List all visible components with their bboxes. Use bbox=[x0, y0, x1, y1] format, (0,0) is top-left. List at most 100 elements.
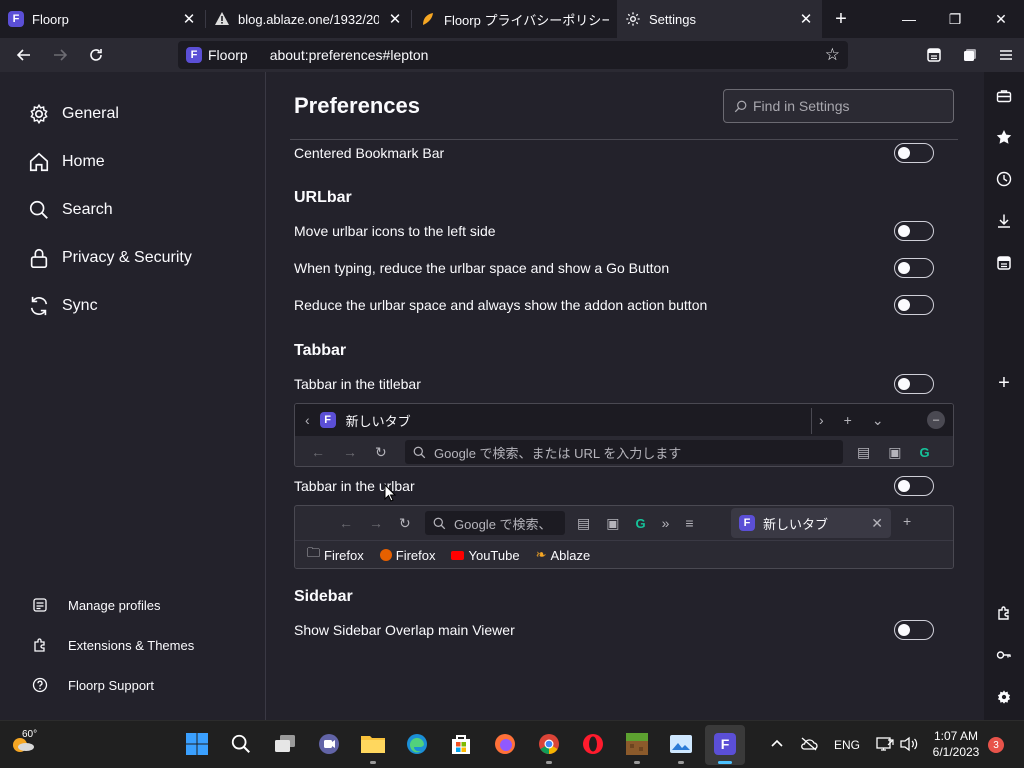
file-explorer-button[interactable] bbox=[360, 731, 386, 757]
network-button[interactable] bbox=[872, 731, 898, 757]
close-icon[interactable]: ✕ bbox=[798, 10, 814, 28]
bookmark-item: Firefox bbox=[379, 548, 435, 563]
chevron-right-icon: › bbox=[819, 412, 824, 428]
clock-date: 6/1/2023 bbox=[932, 745, 980, 759]
toggle-switch[interactable] bbox=[894, 476, 934, 496]
grammarly-icon: G bbox=[635, 515, 646, 531]
sidebar-settings-button[interactable] bbox=[994, 687, 1014, 707]
toggle-switch[interactable] bbox=[894, 143, 934, 163]
edge-button[interactable] bbox=[404, 731, 430, 757]
downloads-button[interactable] bbox=[994, 211, 1014, 231]
url-text[interactable]: about:preferences#lepton bbox=[264, 47, 819, 63]
new-tab-button[interactable]: + bbox=[822, 0, 860, 38]
edge-icon bbox=[407, 734, 427, 754]
page-title: Preferences bbox=[294, 93, 420, 118]
help-icon bbox=[32, 677, 48, 693]
tab-title: Settings bbox=[649, 11, 696, 27]
onedrive-button[interactable] bbox=[796, 731, 822, 757]
history-button[interactable] bbox=[994, 169, 1014, 189]
clock[interactable]: 1:07 AM 6/1/2023 bbox=[926, 729, 986, 759]
running-indicator bbox=[370, 761, 376, 764]
opera-button[interactable] bbox=[580, 731, 606, 757]
tab-floorp[interactable]: F Floorp ✕ bbox=[0, 0, 205, 38]
url-bar[interactable]: F Floorp about:preferences#lepton ☆ bbox=[178, 41, 848, 69]
bookmarks-button[interactable] bbox=[994, 127, 1014, 147]
forward-button[interactable] bbox=[42, 38, 78, 72]
bookmark-item: ❧ Ablaze bbox=[535, 547, 591, 563]
clock-icon bbox=[996, 171, 1012, 187]
hamburger-menu-icon bbox=[1000, 50, 1012, 60]
chrome-button[interactable] bbox=[536, 731, 562, 757]
sidebar-toggle-button[interactable] bbox=[916, 38, 952, 72]
setting-label: Tabbar in the urlbar bbox=[294, 478, 415, 494]
toolbox-icon bbox=[996, 90, 1012, 103]
close-window-button[interactable]: ✕ bbox=[978, 0, 1024, 38]
category-search[interactable]: Search bbox=[28, 199, 113, 221]
setting-row: Centered Bookmark Bar bbox=[294, 142, 954, 164]
reload-button[interactable] bbox=[78, 38, 114, 72]
identity-box[interactable]: F Floorp bbox=[186, 47, 258, 63]
toggle-switch[interactable] bbox=[894, 295, 934, 315]
search-input[interactable]: Find in Settings bbox=[723, 89, 954, 123]
chat-icon bbox=[319, 734, 339, 754]
language-indicator[interactable]: ENG bbox=[834, 738, 860, 752]
setting-label: Centered Bookmark Bar bbox=[294, 145, 445, 161]
category-home[interactable]: Home bbox=[28, 151, 105, 173]
add-sidebar-panel-button[interactable]: + bbox=[994, 372, 1014, 394]
chevron-up-icon bbox=[771, 739, 783, 747]
passwords-button[interactable] bbox=[994, 645, 1014, 665]
floorp-button[interactable]: F bbox=[712, 731, 738, 757]
sidebar-icon: ▣ bbox=[606, 514, 620, 531]
workspaces-icon bbox=[964, 49, 976, 61]
task-view-button[interactable] bbox=[272, 731, 298, 757]
close-icon: ✕ bbox=[871, 514, 883, 531]
category-privacy[interactable]: Privacy & Security bbox=[28, 247, 192, 269]
back-button[interactable] bbox=[6, 38, 42, 72]
overflow-chevrons-icon: » bbox=[661, 515, 670, 531]
minecraft-button[interactable] bbox=[624, 731, 650, 757]
notification-badge[interactable]: 3 bbox=[988, 737, 1004, 753]
toolbar-right bbox=[916, 38, 1024, 72]
helper-label: Extensions & Themes bbox=[68, 637, 195, 653]
toolbox-button[interactable] bbox=[994, 86, 1014, 106]
notes-button[interactable] bbox=[994, 253, 1014, 273]
extensions-themes-link[interactable]: Extensions & Themes bbox=[32, 637, 194, 653]
tab-title: Floorp プライバシーポリシー bbox=[444, 12, 609, 28]
close-icon[interactable]: ✕ bbox=[181, 10, 197, 28]
toggle-switch[interactable] bbox=[894, 374, 934, 394]
tab-strip: F Floorp ✕ blog.ablaze.one/1932/2022- ✕ … bbox=[0, 0, 1024, 38]
close-icon[interactable]: ✕ bbox=[387, 10, 403, 28]
volume-button[interactable] bbox=[896, 731, 922, 757]
preview-tab-title: 新しいタブ bbox=[345, 413, 411, 429]
category-label: Search bbox=[62, 201, 113, 218]
store-button[interactable] bbox=[448, 731, 474, 757]
photos-button[interactable] bbox=[668, 731, 694, 757]
tabbar-titlebar-preview: ‹ F 新しいタブ › + ⌄ – ← → ↻ Google で検索、または U… bbox=[294, 403, 954, 467]
restore-button[interactable]: ❐ bbox=[932, 0, 978, 38]
minimize-button[interactable]: — bbox=[886, 0, 932, 38]
floorp-icon: F bbox=[8, 11, 24, 27]
toggle-switch[interactable] bbox=[894, 620, 934, 640]
show-hidden-icons-button[interactable] bbox=[764, 731, 790, 757]
addons-button[interactable] bbox=[994, 603, 1014, 623]
browser-sidebar: + bbox=[984, 72, 1024, 720]
bookmark-item: YouTube bbox=[451, 548, 520, 563]
teams-chat-button[interactable] bbox=[316, 731, 342, 757]
start-button[interactable] bbox=[184, 731, 210, 757]
firefox-button[interactable] bbox=[492, 731, 518, 757]
search-button[interactable] bbox=[228, 731, 254, 757]
tab-privacy-policy[interactable]: Floorp プライバシーポリシー bbox=[412, 0, 617, 38]
tab-blog[interactable]: blog.ablaze.one/1932/2022- ✕ bbox=[206, 0, 411, 38]
workspaces-button[interactable] bbox=[952, 38, 988, 72]
bookmark-star-icon[interactable]: ☆ bbox=[825, 45, 840, 65]
tab-settings[interactable]: Settings ✕ bbox=[617, 0, 822, 38]
arrow-right-icon: → bbox=[343, 444, 357, 460]
category-general[interactable]: General bbox=[28, 103, 119, 125]
app-menu-button[interactable] bbox=[988, 38, 1024, 72]
manage-profiles-link[interactable]: Manage profiles bbox=[32, 597, 161, 613]
toggle-switch[interactable] bbox=[894, 258, 934, 278]
floorp-support-link[interactable]: Floorp Support bbox=[32, 677, 154, 693]
category-label: Home bbox=[62, 153, 105, 170]
toggle-switch[interactable] bbox=[894, 221, 934, 241]
category-sync[interactable]: Sync bbox=[28, 295, 98, 317]
